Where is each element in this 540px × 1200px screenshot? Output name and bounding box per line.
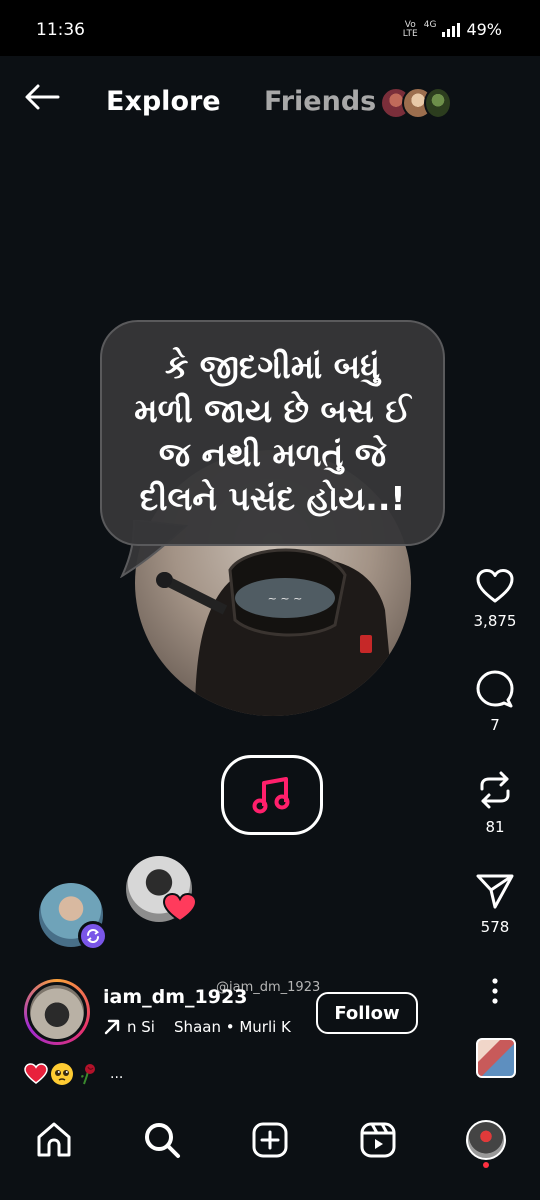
quote-text: કે જીદગીમાં બધું મળી જાય છે બસ ઈ જ નથી મ… [100,345,445,521]
home-icon[interactable] [34,1120,74,1160]
tab-friends[interactable]: Friends [264,86,376,117]
author-username[interactable]: iam_dm_1923 [103,986,247,1008]
quote-line: દીલને પસંદ હોય..! [139,479,406,518]
quote-line: મળી જાય છે બસ ઈ [134,391,411,430]
share-action[interactable]: 578 [465,872,525,936]
notification-dot [483,1162,489,1168]
friend-avatar [424,87,452,119]
caption-more[interactable]: ... [110,1066,123,1082]
net-type: 4G [423,20,437,30]
pleading-face-emoji [51,1063,73,1085]
more-vertical-icon[interactable] [485,976,505,1006]
repost-count: 81 [485,818,505,836]
status-time: 11:36 [36,20,85,40]
heart-badge-icon [163,893,197,923]
tab-explore[interactable]: Explore [106,86,221,117]
send-icon[interactable] [475,872,515,910]
svg-text:~ ~ ~: ~ ~ ~ [268,592,303,605]
heart-icon[interactable] [475,568,515,604]
signal-icon [442,22,461,37]
quote-line: જ નથી મળતું જે [158,435,387,474]
status-bar: 11:36 Vo LTE 4G 49% [0,0,540,56]
audio-text: n Si Shaan • Murli K [127,1018,291,1036]
friends-avatar-stack[interactable] [380,87,460,119]
caption[interactable]: ... [24,1062,123,1086]
heart-emoji [24,1063,48,1084]
follow-button[interactable]: Follow [316,992,418,1034]
music-button[interactable] [221,755,323,835]
comment-action[interactable]: 7 [465,670,525,734]
decorative-dot [156,572,172,588]
quote-line: કે જીદગીમાં બધું [164,347,381,386]
volte-indicator: Vo LTE [402,20,418,39]
audio-row[interactable]: n Si Shaan • Murli K [103,1018,291,1036]
comment-count: 7 [490,716,500,734]
back-arrow-icon[interactable] [22,82,62,112]
wilted-rose-emoji [81,1064,95,1085]
audio-thumbnail[interactable] [476,1038,516,1078]
music-note-icon [252,777,290,814]
repost-icon[interactable] [475,770,515,810]
create-icon[interactable] [250,1120,290,1160]
share-count: 578 [480,918,510,936]
author-avatar[interactable] [24,979,90,1045]
repost-badge-icon [78,921,108,951]
like-count: 3,875 [473,612,517,630]
volte-bottom: LTE [402,28,418,39]
bottom-nav [0,1098,540,1200]
profile-avatar[interactable] [466,1120,506,1160]
arrow-up-right-icon [104,1019,120,1035]
repost-action[interactable]: 81 [465,770,525,836]
comment-icon[interactable] [475,670,515,708]
author-avatar-image [27,982,87,1042]
status-indicators: Vo LTE 4G 49% [403,20,502,39]
search-icon[interactable] [142,1120,182,1160]
battery-percent: 49% [466,20,502,39]
reels-icon[interactable] [358,1120,398,1160]
like-action[interactable]: 3,875 [465,568,525,630]
